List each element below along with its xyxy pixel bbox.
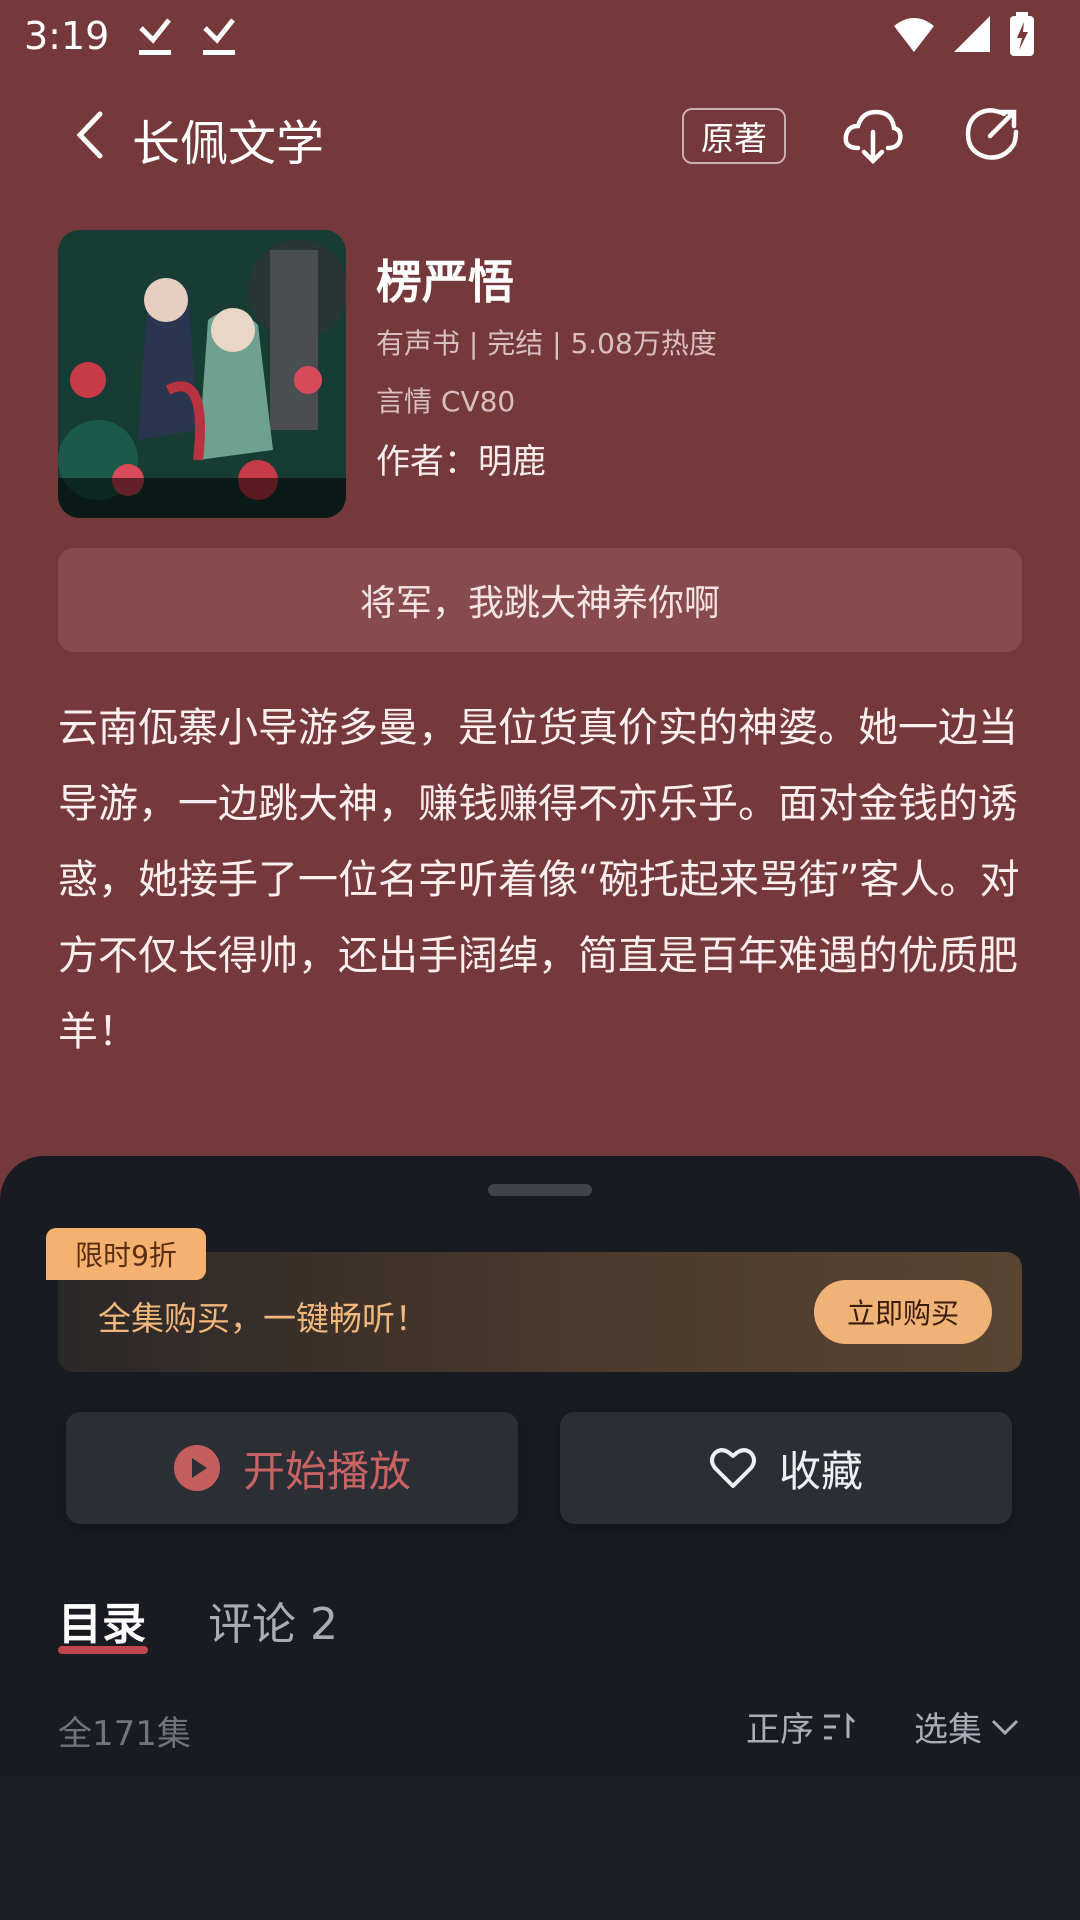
book-tags: 言情 CV80 (376, 385, 516, 418)
tab-catalog[interactable]: 目录 (58, 1588, 146, 1652)
sort-order-button[interactable]: 正序 (746, 1702, 856, 1751)
start-play-label: 开始播放 (242, 1446, 411, 1496)
signal-icon (954, 16, 990, 52)
select-episodes-button[interactable]: 选集 (914, 1702, 1020, 1751)
chevron-down-icon (991, 1719, 1019, 1735)
tab-active-indicator (58, 1646, 148, 1654)
favorite-button[interactable]: 收藏 (560, 1412, 1012, 1524)
book-title: 楞严悟 (376, 255, 514, 309)
book-cover[interactable] (58, 230, 346, 518)
cloud-download-icon[interactable] (842, 106, 904, 166)
top-bar: 长佩文学 原著 (0, 96, 1080, 176)
episode-count: 全171集 (58, 1714, 191, 1754)
heart-icon (709, 1448, 756, 1488)
book-meta: 有声书 | 完结 | 5.08万热度 (376, 327, 717, 360)
start-play-button[interactable]: 开始播放 (66, 1412, 518, 1524)
download-complete-icon (203, 18, 236, 55)
back-arrow-icon[interactable] (66, 108, 114, 162)
promo-text: 全集购买，一键畅听！ (98, 1299, 428, 1338)
series-link[interactable]: 将军，我跳大神养你啊 (58, 548, 1022, 652)
buy-now-button[interactable]: 立即购买 (814, 1280, 992, 1344)
book-author[interactable]: 作者：明鹿 (376, 434, 546, 483)
sort-icon (824, 1711, 856, 1739)
tab-comments[interactable]: 评论 2 (208, 1588, 338, 1652)
status-icons (892, 12, 1036, 56)
status-time: 3:19 (24, 14, 110, 58)
battery-icon (1010, 12, 1034, 56)
status-bar: 3:19 (0, 0, 1080, 72)
episode-list-area (0, 1776, 1080, 1920)
book-summary: 云南佤寨小导游多曼，是位货真价实的神婆。她一边当导游，一边跳大神，赚钱赚得不亦乐… (58, 705, 1020, 1055)
sort-order-label: 正序 (746, 1710, 814, 1750)
play-icon (173, 1445, 220, 1491)
download-complete-icon (139, 18, 172, 55)
share-icon[interactable] (964, 106, 1020, 162)
page-title: 长佩文学 (132, 116, 325, 172)
discount-badge: 限时9折 (46, 1228, 206, 1280)
select-episodes-label: 选集 (914, 1710, 982, 1750)
original-work-button[interactable]: 原著 (682, 108, 786, 164)
wifi-icon (894, 18, 934, 52)
favorite-label: 收藏 (778, 1446, 863, 1496)
drag-handle[interactable] (488, 1184, 592, 1196)
bottom-sheet: 全集购买，一键畅听！ 立即购买 限时9折 开始播放 收藏 目录 评论 2 全17… (0, 1156, 1080, 1920)
cover-art-image (58, 230, 346, 518)
